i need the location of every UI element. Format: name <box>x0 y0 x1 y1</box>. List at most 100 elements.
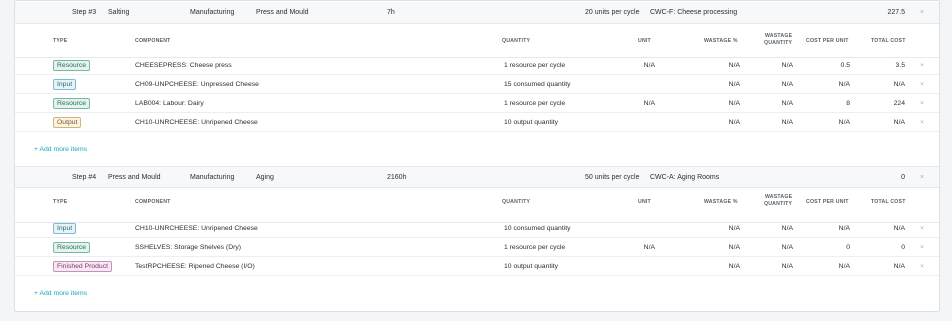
unit-value: N/A <box>643 244 655 251</box>
step-duration: 7h <box>387 9 395 16</box>
col-wastage-pct: WASTAGE % <box>704 199 738 205</box>
remove-row-icon[interactable]: × <box>920 94 924 113</box>
component-name: CH10-UNRCHEESE: Unripened Cheese <box>135 119 258 126</box>
table-row[interactable]: Resource SSHELVES: Storage Shelves (Dry)… <box>15 238 939 257</box>
step-number: Step #4 <box>72 174 97 181</box>
cost-per-unit-value: N/A <box>838 81 850 88</box>
step-from-stage: Press and Mould <box>108 174 161 181</box>
total-cost-value: 3.5 <box>895 62 905 69</box>
step-rate: 20 units per cycle <box>585 9 640 16</box>
col-wastage-qty-line1: WASTAGE <box>765 194 793 200</box>
cost-per-unit-value: N/A <box>838 263 850 270</box>
remove-row-icon[interactable]: × <box>920 238 924 257</box>
col-type: TYPE <box>53 199 68 205</box>
component-name: CH10-UNRCHEESE: Unripened Cheese <box>135 225 258 232</box>
step-number: Step #3 <box>72 9 97 16</box>
wastage-pct-value: N/A <box>728 62 740 69</box>
quantity-value: 1 resource per cycle <box>504 244 566 251</box>
wastage-qty-value: N/A <box>781 100 793 107</box>
table-row[interactable]: Resource CHEESEPRESS: Cheese press 1 res… <box>15 56 939 75</box>
total-cost-value: N/A <box>893 263 905 270</box>
step-type: Manufacturing <box>190 9 235 16</box>
type-badge: Resource <box>53 60 91 71</box>
table-row[interactable]: Output CH10-UNRCHEESE: Unripened Cheese … <box>15 113 939 132</box>
step-type: Manufacturing <box>190 174 235 181</box>
wastage-pct-value: N/A <box>728 100 740 107</box>
step-from-stage: Salting <box>108 9 130 16</box>
type-badge: Resource <box>53 242 91 253</box>
quantity-value: 15 consumed quantity <box>504 81 571 88</box>
step-to-stage: Press and Mould <box>256 9 309 16</box>
total-cost-value: 0 <box>901 244 905 251</box>
step-header-row[interactable]: Step #4 Press and Mould Manufacturing Ag… <box>15 166 939 188</box>
component-name: LAB004: Labour: Dairy <box>135 100 204 107</box>
table-row[interactable]: Resource LAB004: Labour: Dairy 1 resourc… <box>15 94 939 113</box>
quantity-value: 1 resource per cycle <box>504 62 566 69</box>
close-icon[interactable]: × <box>920 167 924 189</box>
remove-row-icon[interactable]: × <box>920 219 924 238</box>
col-cost-per-unit: COST PER UNIT <box>806 38 849 44</box>
add-more-items-link[interactable]: + Add more items <box>34 290 87 297</box>
col-wastage-qty-line1: WASTAGE <box>765 33 793 39</box>
cost-per-unit-value: 8 <box>846 100 850 107</box>
component-name: CHEESEPRESS: Cheese press <box>135 62 232 69</box>
col-quantity: QUANTITY <box>502 38 531 44</box>
col-unit: UNIT <box>638 199 651 205</box>
table-header: TYPE COMPONENT QUANTITY UNIT WASTAGE % W… <box>15 24 939 58</box>
cost-per-unit-value: N/A <box>838 119 850 126</box>
wastage-pct-value: N/A <box>728 263 740 270</box>
col-wastage-qty-line2: QUANTITY <box>764 40 793 46</box>
total-cost-value: N/A <box>893 81 905 88</box>
quantity-value: 10 output quantity <box>504 119 559 126</box>
type-badge: Input <box>53 79 77 90</box>
unit-value: N/A <box>643 100 655 107</box>
col-total-cost: TOTAL COST <box>871 199 906 205</box>
quantity-value: 10 output quantity <box>504 263 559 270</box>
total-cost-value: 224 <box>893 100 905 107</box>
close-icon[interactable]: × <box>920 2 924 24</box>
wastage-qty-value: N/A <box>781 119 793 126</box>
quantity-value: 1 resource per cycle <box>504 100 566 107</box>
total-cost-value: N/A <box>893 119 905 126</box>
wastage-qty-value: N/A <box>781 244 793 251</box>
col-total-cost: TOTAL COST <box>871 38 906 44</box>
col-wastage-pct: WASTAGE % <box>704 38 738 44</box>
step-rate: 50 units per cycle <box>585 174 640 181</box>
quantity-value: 10 consumed quantity <box>504 225 571 232</box>
component-name: CH09-UNPCHEESE: Unpressed Cheese <box>135 81 259 88</box>
remove-row-icon[interactable]: × <box>920 56 924 75</box>
col-type: TYPE <box>53 38 68 44</box>
component-name: TestRPCHEESE: Ripened Cheese (I/O) <box>135 263 255 270</box>
cost-per-unit-value: N/A <box>838 225 850 232</box>
col-wastage-qty-line2: QUANTITY <box>764 201 793 207</box>
col-component: COMPONENT <box>135 199 171 205</box>
type-badge: Output <box>53 117 82 128</box>
wastage-qty-value: N/A <box>781 62 793 69</box>
wastage-pct-value: N/A <box>728 244 740 251</box>
cost-per-unit-value: 0.5 <box>840 62 850 69</box>
table-row[interactable]: Input CH10-UNRCHEESE: Unripened Cheese 1… <box>15 219 939 238</box>
add-more-items-link[interactable]: + Add more items <box>34 146 87 153</box>
component-name: SSHELVES: Storage Shelves (Dry) <box>135 244 242 251</box>
step-work-center: CWC-A: Aging Rooms <box>650 174 720 181</box>
step-to-stage: Aging <box>256 174 274 181</box>
step-header-row[interactable]: Step #3 Salting Manufacturing Press and … <box>15 2 939 24</box>
wastage-qty-value: N/A <box>781 263 793 270</box>
table-row[interactable]: Finished Product TestRPCHEESE: Ripened C… <box>15 257 939 276</box>
wastage-qty-value: N/A <box>781 81 793 88</box>
col-quantity: QUANTITY <box>502 199 531 205</box>
table-row[interactable]: Input CH09-UNPCHEESE: Unpressed Cheese 1… <box>15 75 939 94</box>
cost-per-unit-value: 0 <box>846 244 850 251</box>
wastage-pct-value: N/A <box>728 81 740 88</box>
routing-steps-panel: Step #3 Salting Manufacturing Press and … <box>14 0 940 312</box>
remove-row-icon[interactable]: × <box>920 113 924 132</box>
table-header: TYPE COMPONENT QUANTITY UNIT WASTAGE % W… <box>15 189 939 223</box>
total-cost-value: N/A <box>893 225 905 232</box>
step-duration: 2160h <box>387 174 407 181</box>
remove-row-icon[interactable]: × <box>920 257 924 276</box>
col-component: COMPONENT <box>135 38 171 44</box>
remove-row-icon[interactable]: × <box>920 75 924 94</box>
col-cost-per-unit: COST PER UNIT <box>806 199 849 205</box>
type-badge: Input <box>53 223 77 234</box>
type-badge: Resource <box>53 98 91 109</box>
